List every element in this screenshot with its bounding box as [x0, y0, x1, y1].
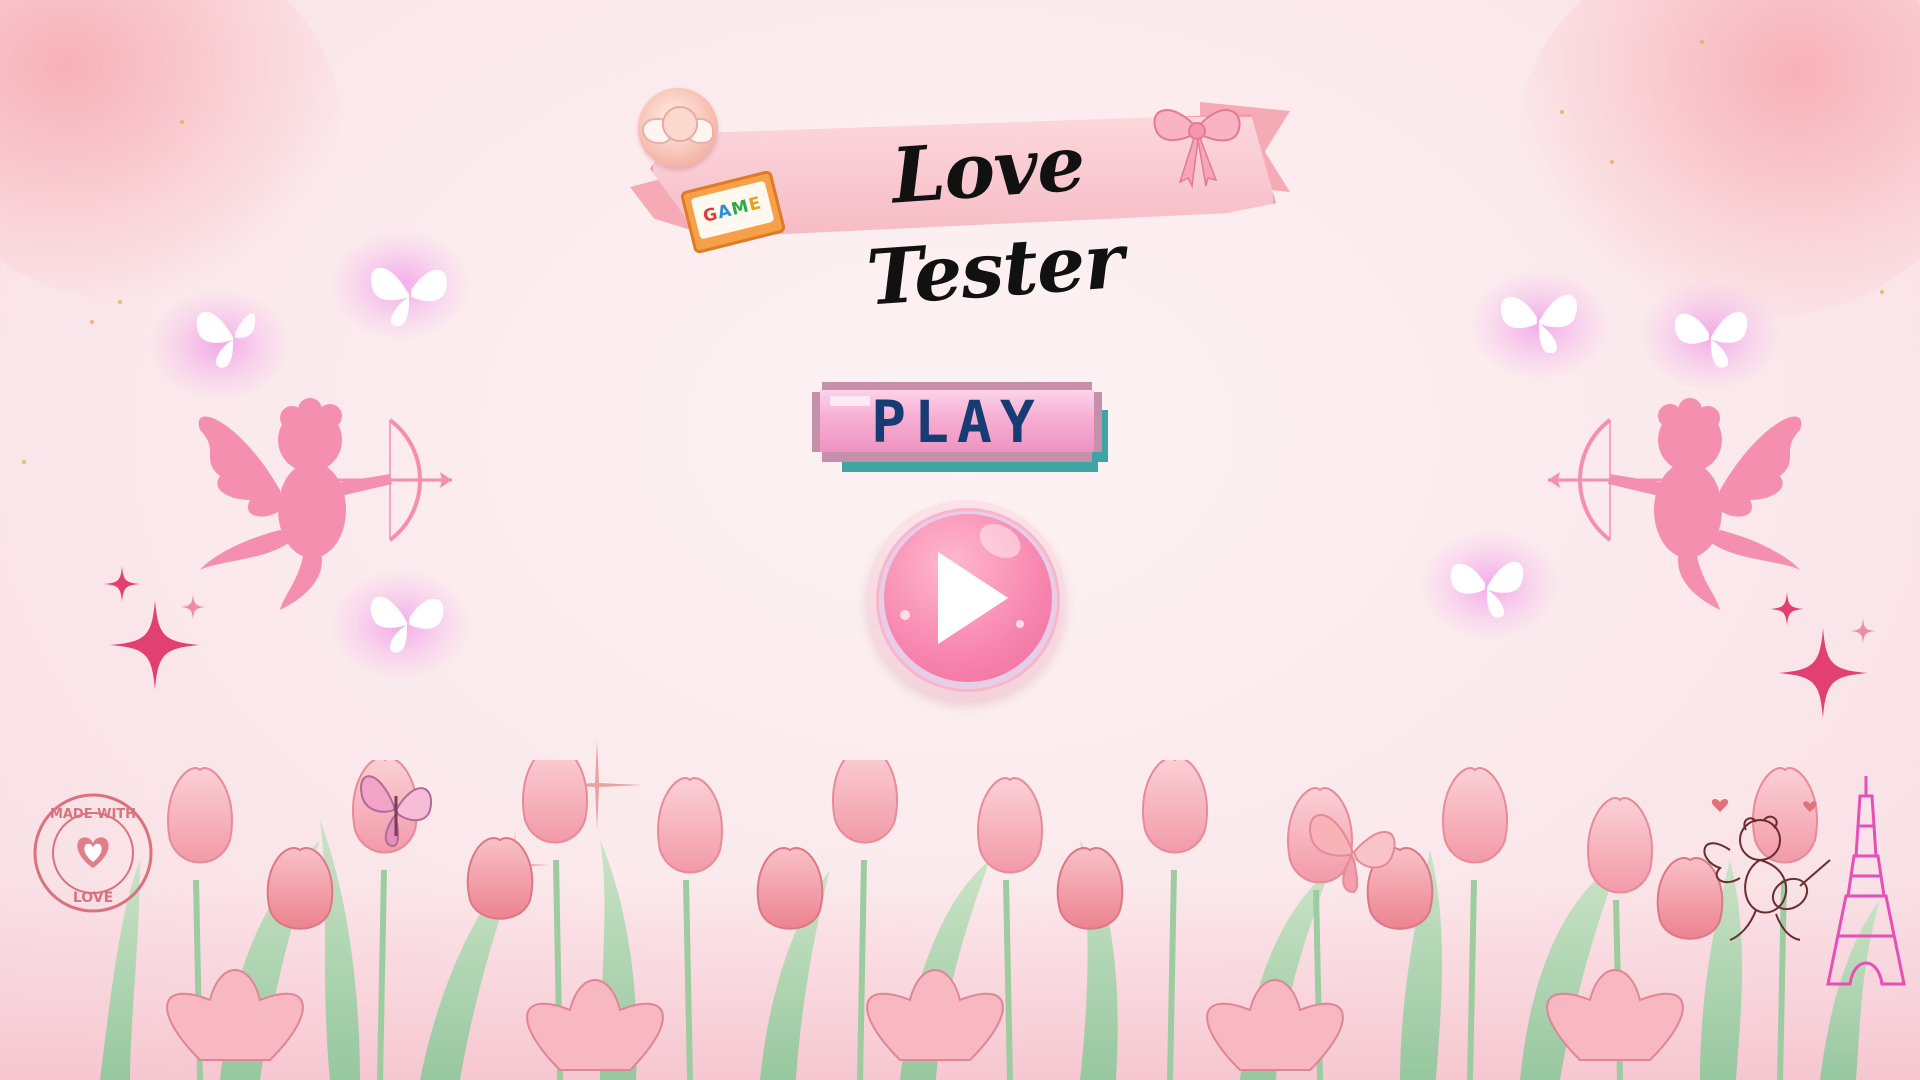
play-button[interactable]	[866, 500, 1066, 700]
eiffel-tower-icon	[1826, 776, 1906, 986]
gold-fleck	[118, 300, 122, 304]
title-banner: GAME Love Tester	[630, 80, 1290, 323]
butterfly-icon	[360, 775, 433, 848]
sparkle-icon	[1850, 618, 1876, 644]
stamp-bottom-text: LOVE	[73, 890, 113, 906]
gold-fleck	[90, 320, 94, 324]
gold-fleck	[180, 120, 184, 124]
gold-fleck	[1700, 40, 1704, 44]
made-with-love-stamp: MADE WITH LOVE	[33, 793, 153, 913]
butterfly-icon	[196, 311, 256, 368]
game-badge-label: GAME	[701, 193, 764, 227]
butterfly-icon	[1674, 311, 1748, 368]
bow-icon	[1153, 109, 1241, 189]
cupid-icon	[1548, 398, 1802, 610]
gold-fleck	[1610, 160, 1614, 164]
sparkle-icon	[180, 594, 206, 620]
watercolor-corner-top-left	[0, 0, 340, 300]
tulip-field	[100, 760, 1880, 1080]
play-label: PLAY	[871, 388, 1043, 456]
sparkle-icon	[104, 566, 140, 602]
gold-fleck	[1880, 290, 1884, 294]
butterfly-icon	[370, 267, 448, 327]
gold-fleck	[22, 460, 26, 464]
cherub-icon	[638, 88, 718, 168]
stamp-top-text: MADE WITH	[50, 807, 136, 822]
gold-fleck	[1560, 110, 1564, 114]
sparkle-icon	[1770, 592, 1804, 626]
cherub-lute-icon	[1703, 799, 1831, 941]
butterfly-icon	[1450, 561, 1524, 618]
cupid-icon	[198, 398, 452, 610]
play-label-button[interactable]: PLAY	[812, 382, 1108, 472]
butterfly-icon	[1309, 814, 1396, 894]
play-triangle-icon	[938, 552, 1008, 644]
butterfly-icon	[1500, 294, 1578, 354]
